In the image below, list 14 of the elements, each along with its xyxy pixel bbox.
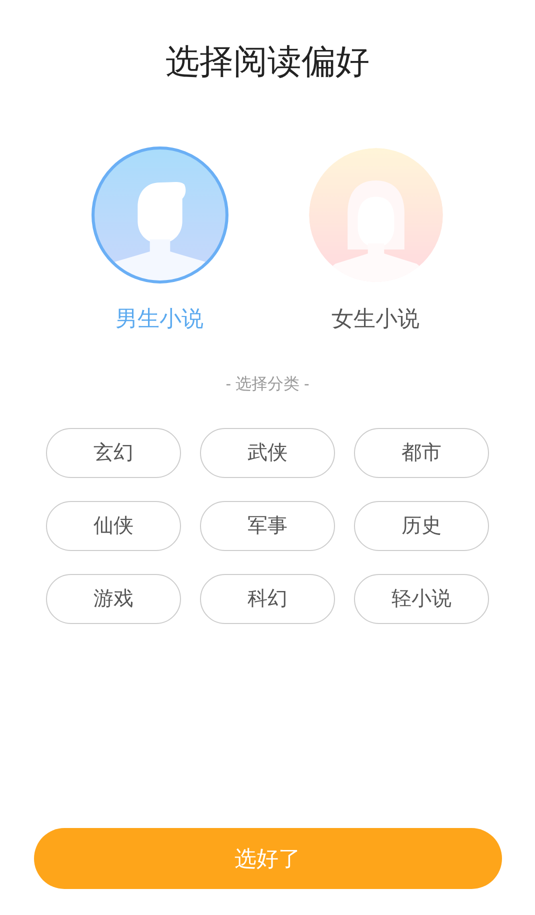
category-chip[interactable]: 科幻 (200, 574, 335, 624)
category-chip[interactable]: 游戏 (46, 574, 181, 624)
gender-label[interactable]: 女生小说 (332, 304, 420, 334)
category-chip[interactable]: 武侠 (200, 428, 335, 478)
category-chip[interactable]: 军事 (200, 501, 335, 551)
category-chip[interactable]: 历史 (354, 501, 489, 551)
avatar[interactable] (306, 146, 444, 284)
category-chip[interactable]: 都市 (354, 428, 489, 478)
category-chip[interactable]: 轻小说 (354, 574, 489, 624)
avatar[interactable] (90, 146, 228, 284)
page-title: 选择阅读偏好 (166, 42, 370, 83)
category-chip[interactable]: 玄幻 (46, 428, 181, 478)
category-chip[interactable]: 仙侠 (46, 501, 181, 551)
section-heading: - 选择分类 - (226, 374, 310, 395)
